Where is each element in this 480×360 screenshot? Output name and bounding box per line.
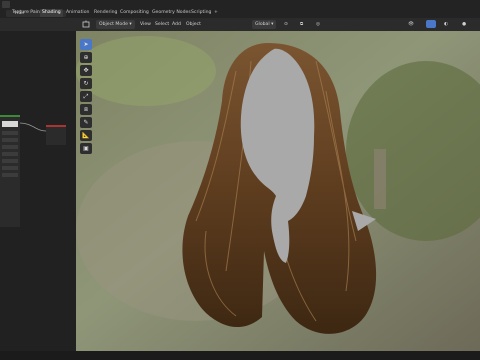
mode-dropdown[interactable]: Object Mode ▾ xyxy=(96,20,135,29)
view3d-icon xyxy=(82,20,90,28)
viewport-header: Object Mode ▾ View Select Add Object Glo… xyxy=(0,18,480,31)
tab-animation[interactable]: Animation xyxy=(64,9,91,17)
scale-tool[interactable]: ⤢ xyxy=(80,91,92,102)
transform-orientation-dropdown[interactable]: Global ▾ xyxy=(252,20,277,29)
proportional-edit-icon[interactable]: ◎ xyxy=(316,20,320,29)
shading-mode-icon[interactable]: ● xyxy=(462,20,466,29)
gizmo-toggle-icon[interactable] xyxy=(426,20,436,28)
cursor-icon: ⊕ xyxy=(83,54,89,61)
overlay-icon[interactable]: ◐ xyxy=(444,20,448,29)
move-icon: ✥ xyxy=(83,67,89,74)
transform-icon: ⧈ xyxy=(84,105,88,113)
rotate-icon: ↻ xyxy=(83,80,89,87)
tab-shading[interactable]: Shading xyxy=(40,9,63,17)
tab-geometry-nodes[interactable]: Geometry Nodes xyxy=(150,9,193,17)
menu-view[interactable]: View xyxy=(140,20,151,29)
measure-tool[interactable]: 📐 xyxy=(80,130,92,141)
tab-scripting[interactable]: Scripting xyxy=(189,9,213,17)
mode-label: Object Mode xyxy=(99,22,128,27)
editor-type-icon[interactable] xyxy=(2,1,10,8)
annotate-tool[interactable]: ✎ xyxy=(80,117,92,128)
scale-icon: ⤢ xyxy=(83,92,89,100)
node-editor-pane[interactable] xyxy=(0,31,76,351)
pivot-icon[interactable]: ⊙ xyxy=(284,20,288,29)
editor-type-dropdown[interactable] xyxy=(82,20,91,29)
top-bar: Hair Texture Paint Shading Animation Ren… xyxy=(0,0,480,18)
menu-select[interactable]: Select xyxy=(155,20,169,29)
fence-post xyxy=(374,149,386,209)
visibility-icon[interactable]: 👁 xyxy=(408,20,414,29)
tab-rendering[interactable]: Rendering xyxy=(92,9,119,17)
3d-viewport[interactable]: ➤ ⊕ ✥ ↻ ⤢ ⧈ ✎ 📐 ▣ xyxy=(76,31,480,351)
tab-compositing[interactable]: Compositing xyxy=(118,9,151,17)
toolbar: ➤ ⊕ ✥ ↻ ⤢ ⧈ ✎ 📐 ▣ xyxy=(80,39,93,156)
add-workspace-button[interactable]: + xyxy=(212,9,220,17)
output-node[interactable] xyxy=(46,125,66,145)
select-tool[interactable]: ➤ xyxy=(80,39,92,50)
status-bar xyxy=(0,351,480,360)
viewport-render xyxy=(76,31,480,351)
node-link xyxy=(19,122,47,132)
snap-icon[interactable]: ⧉ xyxy=(300,20,303,29)
add-cube-icon: ▣ xyxy=(83,145,89,152)
foliage-blur xyxy=(76,36,216,106)
tab-texture-paint[interactable]: Texture Paint xyxy=(10,9,44,17)
measure-icon: 📐 xyxy=(82,132,90,139)
menu-object[interactable]: Object xyxy=(186,20,201,29)
transform-tool[interactable]: ⧈ xyxy=(80,104,92,115)
cursor-tool[interactable]: ⊕ xyxy=(80,52,92,63)
menu-add[interactable]: Add xyxy=(172,20,181,29)
add-cube-tool[interactable]: ▣ xyxy=(80,143,92,154)
orientation-label: Global xyxy=(255,22,270,27)
rotate-tool[interactable]: ↻ xyxy=(80,78,92,89)
annotate-icon: ✎ xyxy=(83,119,89,126)
move-tool[interactable]: ✥ xyxy=(80,65,92,76)
select-cursor-icon: ➤ xyxy=(83,41,89,48)
